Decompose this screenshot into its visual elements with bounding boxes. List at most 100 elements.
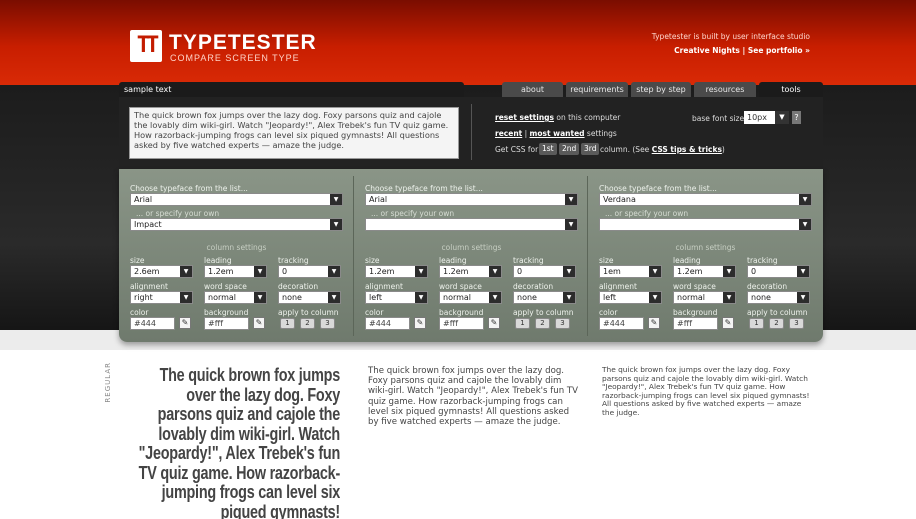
chevron-down-icon[interactable]: ▼: [180, 266, 192, 277]
col1-tracking-select[interactable]: 0 ▼: [278, 265, 341, 278]
col1-custom-font-field-value: Impact: [134, 220, 162, 229]
col2-custom-font-field[interactable]: ▼: [365, 218, 578, 231]
chevron-down-icon[interactable]: ▼: [799, 219, 811, 230]
col1-typeface-select[interactable]: Arial ▼: [130, 193, 343, 206]
chevron-down-icon[interactable]: ▼: [180, 292, 192, 303]
recent-link[interactable]: recent: [495, 129, 522, 138]
col1-word-space-label: word space: [204, 282, 247, 291]
col1-alignment-select[interactable]: right ▼: [130, 291, 193, 304]
css-col1-button[interactable]: 1st: [539, 143, 557, 155]
chevron-down-icon[interactable]: ▼: [489, 292, 501, 303]
col3-leading-label: leading: [673, 256, 701, 265]
col1-typeface-select-value: Arial: [134, 195, 153, 204]
col2-apply-col3-button[interactable]: 3: [555, 318, 570, 329]
col1-size-select[interactable]: 2.6em ▼: [130, 265, 193, 278]
chevron-down-icon[interactable]: ▼: [649, 292, 661, 303]
chevron-down-icon[interactable]: ▼: [328, 292, 340, 303]
col3-leading-select-value: 1.2em: [677, 267, 703, 276]
help-button[interactable]: ?: [792, 111, 801, 124]
logo-glyph: TT: [136, 33, 160, 58]
col2-background-picker-icon[interactable]: ✎: [488, 317, 500, 329]
col2-decoration-select[interactable]: none ▼: [513, 291, 576, 304]
tab-resources[interactable]: resources: [694, 82, 756, 97]
most-wanted-link[interactable]: most wanted: [530, 129, 585, 138]
col3-color-field[interactable]: #444: [599, 317, 644, 330]
col2-apply-col2-button[interactable]: 2: [535, 318, 550, 329]
col2-tracking-select[interactable]: 0 ▼: [513, 265, 576, 278]
col3-apply-col3-button[interactable]: 3: [789, 318, 804, 329]
col2-color-picker-icon[interactable]: ✎: [414, 317, 426, 329]
chevron-down-icon[interactable]: ▼: [330, 219, 342, 230]
col3-size-select[interactable]: 1em ▼: [599, 265, 662, 278]
col1-custom-font-field[interactable]: Impact ▼: [130, 218, 343, 231]
portfolio-link[interactable]: Creative Nights | See portfolio »: [674, 46, 810, 55]
col2-size-select[interactable]: 1.2em ▼: [365, 265, 428, 278]
col1-background-field[interactable]: #fff: [204, 317, 249, 330]
tab-sample-text[interactable]: sample text: [119, 82, 464, 97]
col1-background-picker-icon[interactable]: ✎: [253, 317, 265, 329]
col2-color-field[interactable]: #444: [365, 317, 410, 330]
col1-apply-col3-button[interactable]: 3: [320, 318, 335, 329]
tab-about[interactable]: about: [502, 82, 563, 97]
reset-settings-link[interactable]: reset settings: [495, 113, 554, 122]
chevron-down-icon[interactable]: ▼: [254, 292, 266, 303]
col1-leading-select[interactable]: 1.2em ▼: [204, 265, 267, 278]
chevron-down-icon[interactable]: ▼: [649, 266, 661, 277]
chevron-down-icon[interactable]: ▼: [723, 292, 735, 303]
col3-apply-col2-button[interactable]: 2: [769, 318, 784, 329]
sample-text-area[interactable]: The quick brown fox jumps over the lazy …: [129, 107, 459, 159]
col3-background-picker-icon[interactable]: ✎: [722, 317, 734, 329]
chevron-down-icon[interactable]: ▼: [489, 266, 501, 277]
chevron-down-icon[interactable]: ▼: [775, 111, 789, 124]
chevron-down-icon[interactable]: ▼: [799, 194, 811, 205]
logo-title[interactable]: TYPETESTER: [169, 31, 317, 55]
chevron-down-icon[interactable]: ▼: [330, 194, 342, 205]
col3-apply-col1-button[interactable]: 1: [749, 318, 764, 329]
col3-tracking-select[interactable]: 0 ▼: [747, 265, 810, 278]
col3-typeface-select[interactable]: Verdana ▼: [599, 193, 812, 206]
css-col2-button[interactable]: 2nd: [559, 143, 580, 155]
col1-color-picker-icon[interactable]: ✎: [179, 317, 191, 329]
chevron-down-icon[interactable]: ▼: [565, 219, 577, 230]
col1-word-space-select[interactable]: normal ▼: [204, 291, 267, 304]
chevron-down-icon[interactable]: ▼: [328, 266, 340, 277]
col2-alignment-select[interactable]: left ▼: [365, 291, 428, 304]
col3-decoration-select[interactable]: none ▼: [747, 291, 810, 304]
col2-word-space-select[interactable]: normal ▼: [439, 291, 502, 304]
css-tips-link[interactable]: CSS tips & tricks: [652, 145, 722, 154]
col2-typeface-select[interactable]: Arial ▼: [365, 193, 578, 206]
col3-custom-font-field[interactable]: ▼: [599, 218, 812, 231]
col2-tracking-label: tracking: [513, 256, 544, 265]
logo-icon[interactable]: TT: [130, 30, 162, 62]
col3-leading-select[interactable]: 1.2em ▼: [673, 265, 736, 278]
reset-line: reset settings on this computer: [495, 113, 621, 122]
tab-tools[interactable]: tools: [759, 82, 823, 97]
col1-alignment-select-value: right: [134, 293, 153, 302]
col3-word-space-label: word space: [673, 282, 716, 291]
chevron-down-icon[interactable]: ▼: [723, 266, 735, 277]
col2-background-field[interactable]: #fff: [439, 317, 484, 330]
col2-apply-col1-button[interactable]: 1: [515, 318, 530, 329]
col2-leading-select[interactable]: 1.2em ▼: [439, 265, 502, 278]
col1-color-field[interactable]: #444: [130, 317, 175, 330]
col3-background-field[interactable]: #fff: [673, 317, 718, 330]
col1-apply-col1-button[interactable]: 1: [280, 318, 295, 329]
tab-step-by-step[interactable]: step by step: [631, 82, 691, 97]
chevron-down-icon[interactable]: ▼: [563, 292, 575, 303]
chevron-down-icon[interactable]: ▼: [797, 292, 809, 303]
chevron-down-icon[interactable]: ▼: [563, 266, 575, 277]
col3-word-space-select[interactable]: normal ▼: [673, 291, 736, 304]
css-col3-button[interactable]: 3rd: [581, 143, 600, 155]
chevron-down-icon[interactable]: ▼: [415, 292, 427, 303]
col3-color-picker-icon[interactable]: ✎: [648, 317, 660, 329]
chevron-down-icon[interactable]: ▼: [415, 266, 427, 277]
col1-decoration-select[interactable]: none ▼: [278, 291, 341, 304]
chevron-down-icon[interactable]: ▼: [565, 194, 577, 205]
col1-apply-col2-button[interactable]: 2: [300, 318, 315, 329]
tab-requirements[interactable]: requirements: [566, 82, 628, 97]
col3-alignment-select[interactable]: left ▼: [599, 291, 662, 304]
col1-apply-label: apply to column: [278, 308, 339, 317]
col1-leading-select-value: 1.2em: [208, 267, 234, 276]
chevron-down-icon[interactable]: ▼: [254, 266, 266, 277]
chevron-down-icon[interactable]: ▼: [797, 266, 809, 277]
